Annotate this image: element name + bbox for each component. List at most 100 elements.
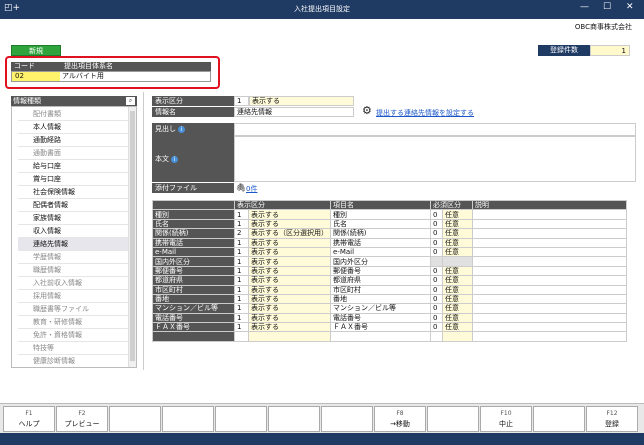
sidebar-item[interactable]: 特技等	[18, 342, 132, 355]
description-cell[interactable]	[472, 275, 627, 286]
required-num-cell[interactable]: 0	[430, 246, 443, 258]
new-button[interactable]: 新規	[11, 45, 61, 56]
sidebar-item[interactable]: 配偶者情報	[18, 199, 132, 212]
maximize-button[interactable]: ☐	[603, 2, 611, 12]
required-num-cell[interactable]: 0	[430, 228, 443, 239]
item-name-cell[interactable]: e-Mail	[330, 246, 431, 258]
display-num-cell[interactable]: 1	[234, 293, 249, 305]
required-num-cell[interactable]: 0	[430, 275, 443, 286]
display-value-cell[interactable]: 表示する	[248, 293, 331, 305]
info-icon[interactable]: i	[178, 126, 186, 133]
display-num-cell[interactable]: 1	[234, 218, 249, 230]
description-cell[interactable]	[472, 256, 627, 267]
sidebar-item[interactable]: 本人情報	[18, 121, 132, 134]
empty-cell[interactable]	[472, 331, 627, 342]
empty-cell[interactable]	[248, 331, 331, 342]
description-cell[interactable]	[472, 322, 627, 333]
attach-link[interactable]: 0件	[246, 184, 257, 194]
display-num-cell[interactable]: 1	[234, 265, 249, 277]
description-cell[interactable]	[472, 218, 627, 230]
info-icon[interactable]: i	[171, 156, 179, 163]
fkey-empty[interactable]	[268, 406, 320, 432]
display-num[interactable]: 1	[234, 96, 249, 106]
fkey-empty[interactable]	[162, 406, 214, 432]
table-row[interactable]: 番地 1 表示する 番地 0 任意	[152, 293, 627, 305]
table-row[interactable]	[152, 331, 627, 342]
item-name-cell[interactable]: 国内外区分	[330, 256, 431, 267]
info-name-field[interactable]: 連絡先情報	[234, 107, 354, 117]
sidebar-item[interactable]: 教育・研修情報	[18, 316, 132, 329]
fkey-empty[interactable]	[321, 406, 373, 432]
required-num-cell[interactable]: 0	[430, 293, 443, 305]
display-value-cell[interactable]: 表示する（区分選択用）	[248, 228, 331, 239]
fkey-f8[interactable]: F8 →移動	[374, 406, 426, 432]
sidebar-item[interactable]: 家族情報	[18, 212, 132, 225]
table-row[interactable]: 関係(続柄) 2 表示する（区分選択用） 関係(続柄) 0 任意	[152, 228, 627, 239]
sidebar-item[interactable]: 社会保険情報	[18, 186, 132, 199]
item-name-cell[interactable]: 関係(続柄)	[330, 228, 431, 239]
code-row[interactable]: 02 アルバイト用	[11, 71, 211, 82]
item-name-cell[interactable]: 氏名	[330, 218, 431, 230]
table-row[interactable]: 国内外区分 1 表示する 国内外区分	[152, 256, 627, 267]
minimize-button[interactable]: —	[580, 2, 589, 12]
item-name-cell[interactable]: 市区町村	[330, 284, 431, 295]
fkey-f12[interactable]: F12 登録	[586, 406, 638, 432]
fkey-empty[interactable]	[427, 406, 479, 432]
sidebar-scrollbar[interactable]	[128, 107, 136, 367]
description-cell[interactable]	[472, 209, 627, 220]
description-cell[interactable]	[472, 303, 627, 314]
table-row[interactable]: 種別 1 表示する 種別 0 任意	[152, 209, 627, 220]
sidebar-item[interactable]: 学歴情報	[18, 251, 132, 264]
table-row[interactable]: マンション／ビル等 1 表示する マンション／ビル等 0 任意	[152, 303, 627, 314]
required-value-cell[interactable]: 任意	[442, 322, 473, 333]
display-value-cell[interactable]: 表示する	[248, 265, 331, 277]
code-field[interactable]: 02	[12, 72, 60, 81]
sidebar-item[interactable]: 連絡先情報	[18, 238, 132, 251]
required-value-cell[interactable]: 任意	[442, 312, 473, 324]
display-value-cell[interactable]: 表示する	[248, 322, 331, 333]
display-value-cell[interactable]: 表示する	[248, 237, 331, 248]
item-name-cell[interactable]: 都道府県	[330, 275, 431, 286]
display-num-cell[interactable]: 1	[234, 237, 249, 248]
required-num-cell[interactable]	[430, 256, 443, 267]
system-name-field[interactable]: アルバイト用	[62, 72, 104, 81]
description-cell[interactable]	[472, 312, 627, 324]
display-value[interactable]: 表示する	[249, 96, 354, 106]
required-value-cell[interactable]: 任意	[442, 228, 473, 239]
item-name-cell[interactable]: 種別	[330, 209, 431, 220]
required-value-cell[interactable]: 任意	[442, 209, 473, 220]
display-num-cell[interactable]: 1	[234, 275, 249, 286]
sidebar-item[interactable]: 賞与口座	[18, 173, 132, 186]
sidebar-item[interactable]: 職歴書等ファイル	[18, 303, 132, 316]
sidebar-item[interactable]: 採用情報	[18, 290, 132, 303]
description-cell[interactable]	[472, 293, 627, 305]
required-value-cell[interactable]: 任意	[442, 218, 473, 230]
fkey-f1[interactable]: F1 ヘルプ	[3, 406, 55, 432]
table-row[interactable]: 氏名 1 表示する 氏名 0 任意	[152, 218, 627, 230]
table-row[interactable]: 電話番号 1 表示する 電話番号 0 任意	[152, 312, 627, 324]
empty-cell[interactable]	[234, 331, 249, 342]
required-value-cell[interactable]: 任意	[442, 303, 473, 314]
required-value-cell[interactable]: 任意	[442, 275, 473, 286]
required-value-cell[interactable]: 任意	[442, 237, 473, 248]
display-num-cell[interactable]: 1	[234, 284, 249, 295]
required-num-cell[interactable]: 0	[430, 322, 443, 333]
display-value-cell[interactable]: 表示する	[248, 303, 331, 314]
sidebar-item[interactable]: 通勤経路	[18, 134, 132, 147]
required-value-cell[interactable]: 任意	[442, 265, 473, 277]
required-value-cell[interactable]: 任意	[442, 284, 473, 295]
sidebar-item[interactable]: 給与口座	[18, 160, 132, 173]
display-num-cell[interactable]: 1	[234, 256, 249, 267]
required-num-cell[interactable]: 0	[430, 218, 443, 230]
empty-cell[interactable]	[330, 331, 431, 342]
fkey-f10[interactable]: F10 中止	[480, 406, 532, 432]
description-cell[interactable]	[472, 228, 627, 239]
item-name-cell[interactable]: ＦＡＸ番号	[330, 322, 431, 333]
required-num-cell[interactable]: 0	[430, 237, 443, 248]
required-value-cell[interactable]: 任意	[442, 246, 473, 258]
gear-icon[interactable]: ⚙	[362, 104, 372, 117]
display-value-cell[interactable]: 表示する	[248, 218, 331, 230]
table-row[interactable]: 都道府県 1 表示する 都道府県 0 任意	[152, 275, 627, 286]
description-cell[interactable]	[472, 265, 627, 277]
required-num-cell[interactable]: 0	[430, 209, 443, 220]
